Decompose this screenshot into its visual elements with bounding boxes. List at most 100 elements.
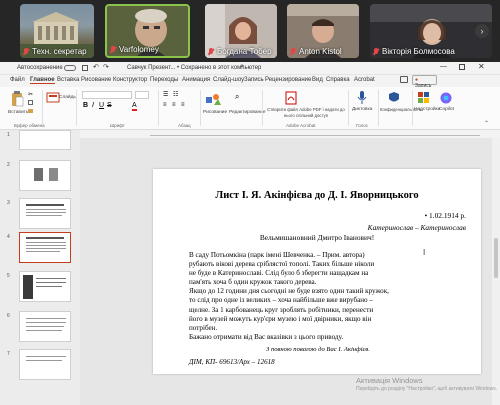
- slide-canvas[interactable]: Лист І. Я. Акінфієва до Д. І. Яворницько…: [153, 169, 481, 374]
- chevron-right-icon[interactable]: ›: [475, 24, 489, 38]
- underline-icon[interactable]: U: [99, 102, 104, 109]
- addins-icon[interactable]: [418, 92, 430, 104]
- copilot-icon[interactable]: [440, 92, 452, 104]
- ribbon-separator: [42, 90, 43, 126]
- copy-icon[interactable]: [28, 100, 33, 105]
- align-right-icon[interactable]: ≡: [181, 102, 185, 108]
- bold-icon[interactable]: B: [83, 102, 88, 109]
- copilot-label[interactable]: Copilot: [439, 107, 454, 112]
- title-bar: Автосохранение ↶ ↷ Савчук Презент... • С…: [0, 62, 500, 75]
- text-cursor-icon: I: [423, 248, 426, 257]
- slide-thumbnail[interactable]: [19, 349, 71, 380]
- paste-label[interactable]: Вставить: [8, 110, 28, 115]
- tab-slideshow[interactable]: Слайд-шоу: [213, 77, 244, 83]
- close-icon[interactable]: ✕: [478, 62, 485, 71]
- letter-greeting[interactable]: Вельмишановний Дмитро Іванович!: [153, 233, 481, 242]
- slide-thumbnail[interactable]: [19, 271, 71, 302]
- letter-line: щелне. За 1 карбованець круг зроблять ро…: [189, 305, 374, 314]
- slide-thumbnail[interactable]: [19, 160, 71, 191]
- letter-date[interactable]: • 1.02.1914 р.: [425, 211, 466, 220]
- ribbon-separator: [348, 90, 349, 126]
- addins-label[interactable]: Надстройки: [414, 107, 440, 112]
- maximize-icon[interactable]: [459, 64, 465, 70]
- save-icon[interactable]: [82, 65, 88, 71]
- undo-icon[interactable]: ↶: [93, 63, 99, 71]
- letter-signature[interactable]: З повною повагою до Вас І. Акінфієв.: [153, 346, 483, 353]
- ribbon-separator: [158, 90, 159, 126]
- font-color-icon[interactable]: A: [132, 102, 137, 111]
- italic-icon[interactable]: I: [92, 102, 94, 109]
- strikethrough-icon[interactable]: S: [107, 102, 112, 109]
- tab-transitions[interactable]: Переходы: [150, 77, 178, 83]
- font-size-dropdown[interactable]: [135, 91, 149, 99]
- slide-thumbnails-pane: 1 2 3 4 5 6 7: [0, 130, 80, 405]
- slide-thumbnail[interactable]: [19, 311, 71, 342]
- bullets-icon[interactable]: ☰: [163, 91, 168, 98]
- align-left-icon[interactable]: ≡: [163, 102, 167, 108]
- participant-tile[interactable]: Anton Kistol: [287, 4, 359, 58]
- slide-title[interactable]: Лист І. Я. Акінфієва до Д. І. Яворницько…: [153, 190, 481, 201]
- tab-file[interactable]: Файл: [10, 77, 25, 83]
- font-name-dropdown[interactable]: [82, 91, 132, 99]
- scrollbar-thumb[interactable]: [494, 238, 498, 278]
- numbering-icon[interactable]: ☷: [173, 91, 178, 98]
- tab-acrobat[interactable]: Acrobat: [354, 77, 375, 83]
- format-painter-icon[interactable]: [28, 109, 33, 113]
- acrobat-create-pdf-label[interactable]: Створити файл Adobe PDF і надати до ньог…: [266, 107, 346, 118]
- ribbon: Вставить ✂ Буфер обмена Слайды B I U S A…: [0, 87, 500, 130]
- participant-tile[interactable]: › Вікторія Болмосова: [370, 4, 492, 58]
- slide-thumbnail[interactable]: [19, 198, 71, 229]
- align-center-icon[interactable]: ≡: [172, 102, 176, 108]
- tab-view[interactable]: Вид: [312, 77, 323, 83]
- archive-reference[interactable]: ДІМ, КП- 69613/Арх – 12618: [189, 358, 275, 366]
- cut-icon[interactable]: ✂: [28, 91, 33, 98]
- autosave-toggle[interactable]: [64, 65, 76, 71]
- dictate-label[interactable]: Диктовка: [352, 107, 372, 112]
- mic-off-icon: [290, 47, 296, 56]
- tab-home[interactable]: Главное: [30, 77, 55, 84]
- collapse-ribbon-icon[interactable]: ⌃: [484, 120, 489, 127]
- tab-draw[interactable]: Рисование: [81, 77, 111, 83]
- vertical-scrollbar[interactable]: [492, 138, 500, 405]
- letter-line: потрібен.: [189, 323, 218, 332]
- letter-line: Бажано отримати від Вас вказівки з цього…: [189, 332, 344, 341]
- microphone-icon[interactable]: [357, 91, 367, 105]
- comments-icon[interactable]: [400, 76, 408, 83]
- new-slide-icon[interactable]: [46, 91, 60, 105]
- mic-off-icon: [23, 47, 29, 56]
- participant-tile[interactable]: Техн. секретар: [20, 4, 94, 58]
- tab-review[interactable]: Рецензирование: [265, 77, 311, 83]
- record-button[interactable]: ● Запись: [412, 75, 437, 89]
- search-icon[interactable]: ⌕: [240, 63, 244, 71]
- participant-tile[interactable]: Богдана Тобер: [205, 4, 277, 58]
- letter-date-text: 1.02.1914 р.: [429, 211, 466, 220]
- slide-number: 3: [7, 200, 10, 206]
- group-adobe-acrobat: Adobe Acrobat: [286, 123, 316, 128]
- tab-help[interactable]: Справка: [326, 77, 350, 83]
- letter-line: Якщо до 12 години дня сьогодні не буде в…: [189, 287, 389, 296]
- tab-insert[interactable]: Вставка: [57, 77, 79, 83]
- letter-body[interactable]: В саду Потьомкіна (парк імені Шевченка. …: [189, 251, 421, 342]
- letter-place[interactable]: Катеринослав – Катеринослав: [368, 223, 466, 232]
- paste-icon[interactable]: [10, 91, 24, 107]
- editing-label[interactable]: Редактирование: [229, 110, 266, 115]
- minimize-icon[interactable]: —: [440, 63, 447, 70]
- redo-icon[interactable]: ↷: [103, 63, 109, 71]
- autosave-label: Автосохранение: [17, 65, 63, 71]
- tab-design[interactable]: Конструктор: [113, 77, 147, 83]
- slide-thumbnail[interactable]: [19, 130, 71, 150]
- adobe-pdf-icon[interactable]: [285, 91, 297, 105]
- letter-line: рубають вікові дерева сріблястої тополі.…: [189, 260, 375, 269]
- participant-name: Техн. секретар: [32, 47, 87, 56]
- tab-record[interactable]: Запись: [244, 77, 264, 83]
- find-icon[interactable]: ⌕: [235, 92, 239, 102]
- participant-name: Вікторія Болмосова: [382, 47, 455, 56]
- sensitivity-icon[interactable]: [388, 91, 400, 105]
- new-slide-label[interactable]: Слайды: [59, 95, 77, 100]
- shapes-icon[interactable]: [205, 92, 221, 106]
- drawing-label[interactable]: Рисование: [203, 110, 227, 115]
- slide-thumbnail-selected[interactable]: [19, 232, 71, 263]
- mic-off-icon: [208, 47, 214, 56]
- tab-animations[interactable]: Анимация: [182, 77, 210, 83]
- participant-tile-active-speaker[interactable]: Varfolomey: [105, 4, 190, 58]
